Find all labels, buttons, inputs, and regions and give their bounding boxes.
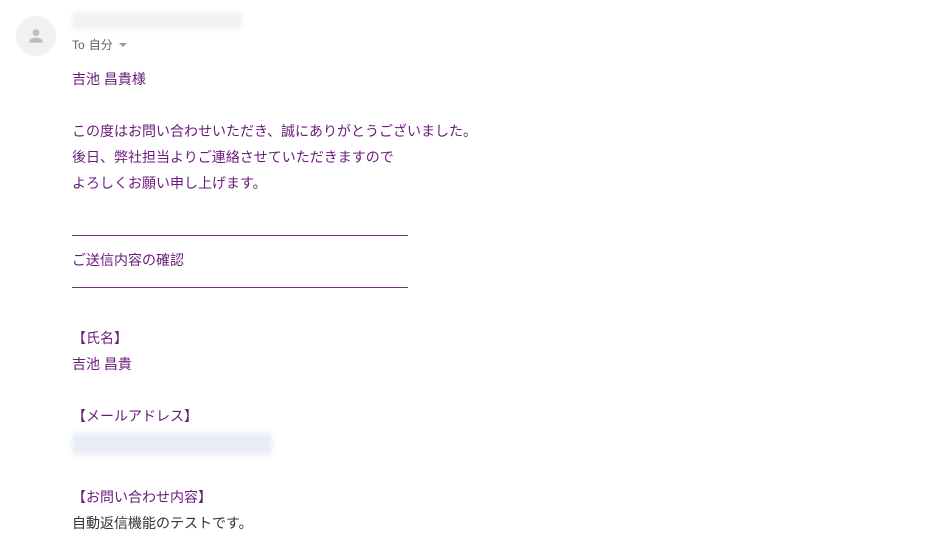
divider-top: ――――――――――――――――――――――――: [72, 222, 926, 248]
field-email-redacted: [72, 433, 272, 455]
field-inquiry-value: 自動返信機能のテストです。: [72, 511, 926, 537]
confirm-title: ご送信内容の確認: [72, 248, 926, 274]
greeting: 吉池 昌貴様: [72, 67, 926, 93]
email-content: To 自分 吉池 昌貴様 この度はお問い合わせいただき、誠にありがとうございまし…: [72, 12, 926, 537]
followup-line-2: よろしくお願い申し上げます。: [72, 171, 926, 197]
sender-name-redacted: [72, 12, 242, 30]
to-line[interactable]: To 自分: [72, 36, 926, 53]
field-inquiry-label: 【お問い合わせ内容】: [72, 485, 926, 511]
avatar[interactable]: [16, 16, 56, 56]
chevron-down-icon[interactable]: [119, 43, 127, 47]
email-body: 吉池 昌貴様 この度はお問い合わせいただき、誠にありがとうございました。 後日、…: [72, 67, 926, 537]
field-email-label: 【メールアドレス】: [72, 404, 926, 430]
field-name-value: 吉池 昌貴: [72, 352, 926, 378]
email-header: To 自分: [72, 12, 926, 53]
followup-line-1: 後日、弊社担当よりご連絡させていただきますので: [72, 145, 926, 171]
thanks-line: この度はお問い合わせいただき、誠にありがとうございました。: [72, 119, 926, 145]
divider-bottom: ――――――――――――――――――――――――: [72, 274, 926, 300]
person-icon: [26, 26, 46, 46]
to-recipient: 自分: [89, 36, 113, 53]
email-container: To 自分 吉池 昌貴様 この度はお問い合わせいただき、誠にありがとうございまし…: [0, 0, 942, 549]
to-label: To: [72, 38, 85, 52]
field-name-label: 【氏名】: [72, 326, 926, 352]
